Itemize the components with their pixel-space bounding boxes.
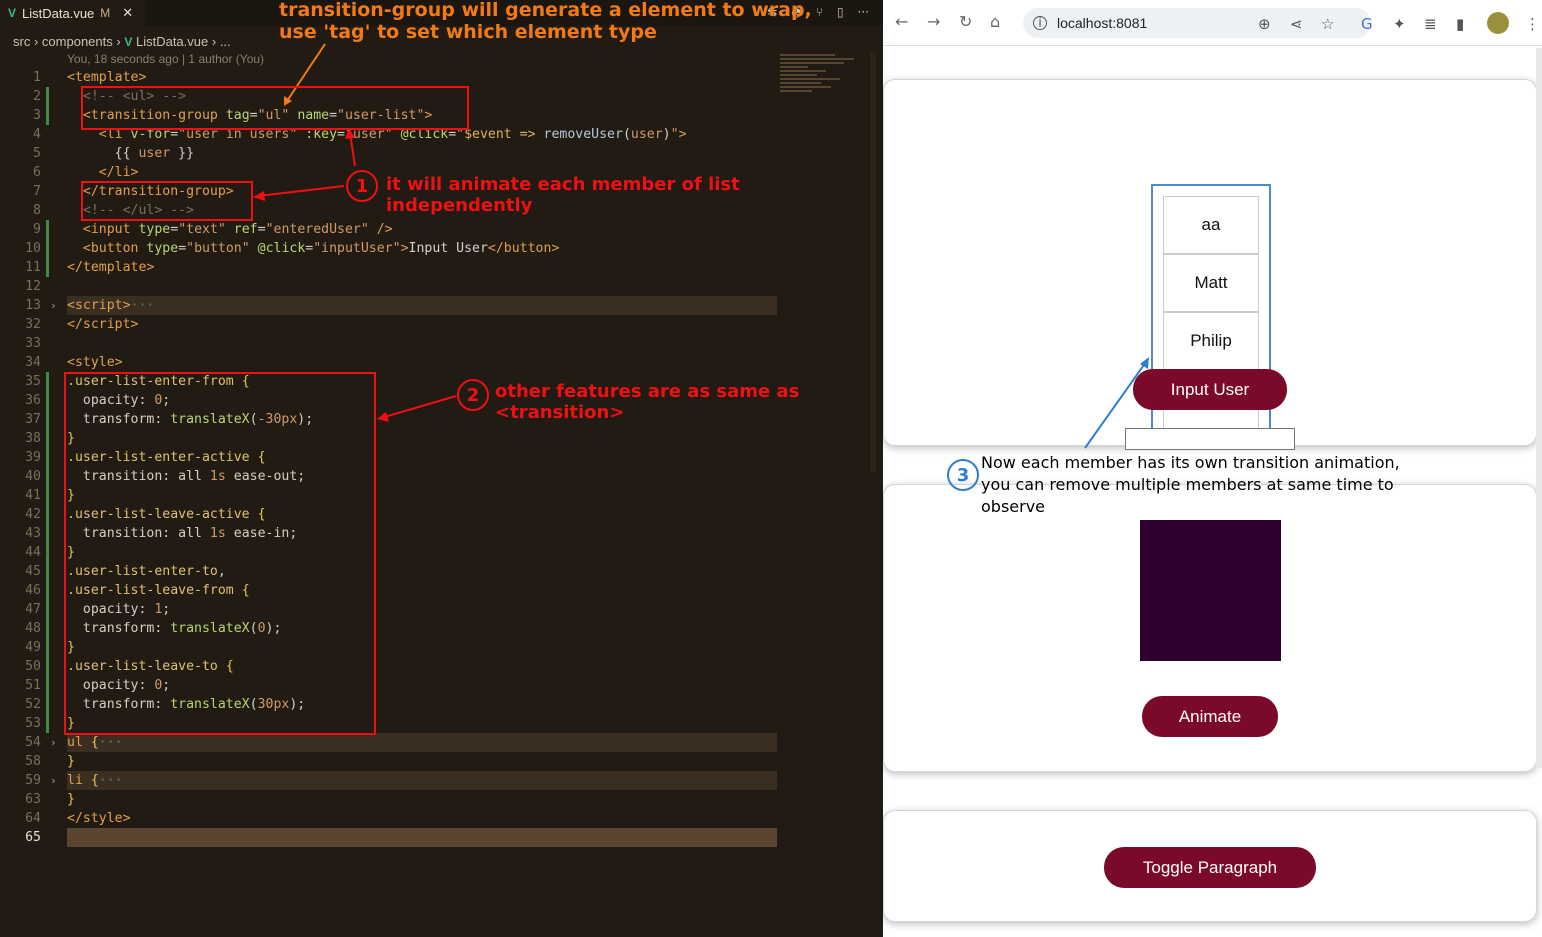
side-panel-icon[interactable]: ▮ (1456, 15, 1464, 33)
extensions-icon[interactable]: ✦ (1393, 15, 1406, 33)
media-icon[interactable]: ≣ (1424, 15, 1437, 33)
page-scrollbar[interactable] (1536, 48, 1542, 768)
annotation-badge-1: 1 (346, 170, 378, 202)
paragraph-card: Toggle Paragraph (883, 810, 1537, 922)
browser-toolbar: ← → ↻ ⌂ i localhost:8081 ⊕ ⋖ ☆ G ✦ ≣ ▮ ⋮ (883, 0, 1542, 46)
list-item[interactable]: Philip (1163, 312, 1259, 370)
menu-kebab-icon[interactable]: ⋮ (1525, 15, 1540, 33)
annotation-arrow-3 (1084, 357, 1149, 449)
url-text: localhost:8081 (1057, 15, 1148, 31)
annotation-arrows (253, 43, 457, 422)
share-icon[interactable]: ⋖ (1290, 15, 1303, 33)
annotation-badge-3: 3 (947, 459, 979, 491)
back-icon[interactable]: ← (895, 12, 908, 32)
list-item[interactable]: aa (1163, 196, 1259, 254)
animated-block (1140, 520, 1281, 661)
zoom-icon[interactable]: ⊕ (1258, 15, 1271, 33)
site-info-icon[interactable]: i (1033, 16, 1047, 31)
annotation-note-2: other features are as same as <transitio… (495, 381, 800, 423)
avatar[interactable] (1487, 12, 1509, 34)
animate-button[interactable]: Animate (1142, 696, 1278, 737)
animate-card: Animate (883, 484, 1537, 772)
code-editor: V ListData.vue M ✕ ⇆ ◔ ⑂ ▯ ··· src › com… (0, 0, 883, 937)
annotation-note-3-line2: you can remove multiple members at same … (981, 475, 1394, 494)
home-icon[interactable]: ⌂ (990, 12, 1000, 32)
translate-icon[interactable]: G (1361, 15, 1373, 33)
annotation-note-1: it will animate each member of list inde… (386, 174, 740, 216)
list-card: aa Matt Philip Jocelyn Input User (883, 79, 1537, 450)
toggle-paragraph-button[interactable]: Toggle Paragraph (1104, 847, 1316, 888)
list-item[interactable]: Matt (1163, 254, 1259, 312)
annotation-note-3-line1: Now each member has its own transition a… (981, 453, 1400, 472)
bookmark-star-icon[interactable]: ☆ (1321, 15, 1334, 33)
reload-icon[interactable]: ↻ (959, 12, 972, 32)
address-bar[interactable]: i localhost:8081 (1023, 8, 1371, 38)
forward-icon[interactable]: → (927, 12, 940, 32)
annotation-badge-2: 2 (457, 379, 489, 411)
annotation-note-3-line3: observe (981, 497, 1046, 516)
